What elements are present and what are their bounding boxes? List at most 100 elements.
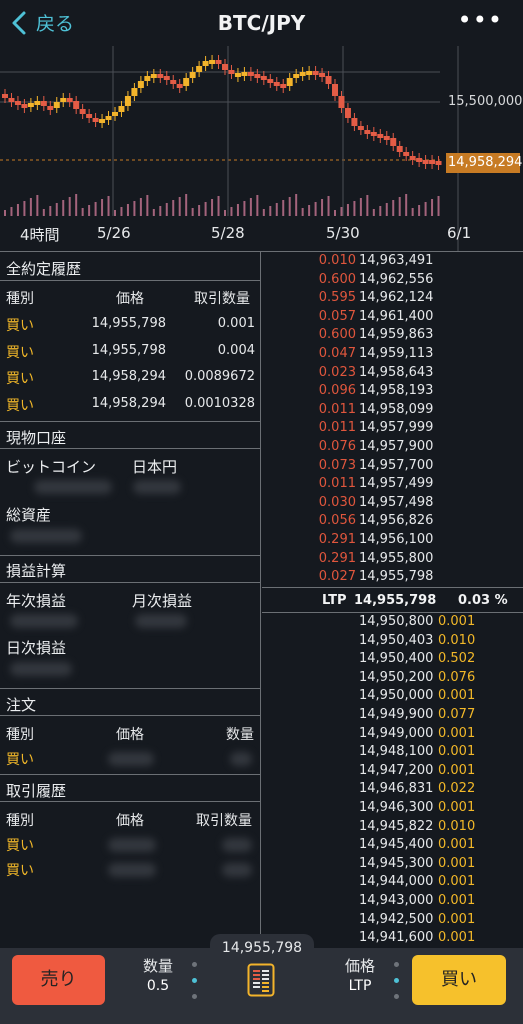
divider xyxy=(0,582,260,583)
ask-row[interactable]: 0.076 14,957,900 xyxy=(262,439,523,458)
dot-icon xyxy=(394,962,399,967)
ask-row[interactable]: 0.096 14,958,193 xyxy=(262,383,523,402)
candle xyxy=(176,84,183,88)
ask-row[interactable]: 0.010 14,963,491 xyxy=(262,253,523,272)
ask-row[interactable]: 0.011 14,957,499 xyxy=(262,476,523,495)
volume-bar xyxy=(126,204,129,216)
volume-bar xyxy=(217,196,220,216)
candle xyxy=(247,72,254,76)
ask-row[interactable]: 0.023 14,958,643 xyxy=(262,365,523,384)
ask-size: 0.595 xyxy=(318,290,356,306)
page-title: BTC/JPY xyxy=(217,11,306,35)
candle xyxy=(21,104,28,108)
bid-row[interactable]: 14,945,400 0.001 xyxy=(262,837,523,856)
ask-row[interactable]: 0.027 14,955,798 xyxy=(262,569,523,588)
volume-bar xyxy=(262,209,265,216)
bid-row[interactable]: 14,946,300 0.001 xyxy=(262,800,523,819)
monthly-pnl-label: 月次損益 xyxy=(132,592,193,610)
quantity-value[interactable]: 0.5 xyxy=(128,978,188,994)
bid-row[interactable]: 14,949,000 0.001 xyxy=(262,726,523,745)
ask-row[interactable]: 0.073 14,957,700 xyxy=(262,458,523,477)
order-book-icon[interactable] xyxy=(247,963,275,997)
candlestick-chart[interactable] xyxy=(0,46,523,251)
candle xyxy=(403,152,410,156)
volume-bar xyxy=(366,195,369,216)
volume-bar xyxy=(398,197,401,216)
ask-price: 14,956,100 xyxy=(359,532,434,547)
quantity-label[interactable]: 数量 xyxy=(128,955,188,976)
sell-button[interactable]: 売り xyxy=(12,955,105,1005)
price: 14,958,294 xyxy=(91,369,166,384)
volume-bar xyxy=(139,198,142,216)
bid-row[interactable]: 14,944,000 0.001 xyxy=(262,874,523,893)
candle xyxy=(364,130,371,134)
ask-row[interactable]: 0.291 14,955,800 xyxy=(262,551,523,570)
bid-row[interactable]: 14,950,000 0.001 xyxy=(262,688,523,707)
x-label-interval[interactable]: 4時間 xyxy=(20,224,60,245)
ask-row[interactable]: 0.291 14,956,100 xyxy=(262,532,523,551)
ask-row[interactable]: 0.047 14,959,113 xyxy=(262,346,523,365)
volume-bar xyxy=(437,196,440,216)
ask-row[interactable]: 0.030 14,957,498 xyxy=(262,495,523,514)
bid-row[interactable]: 14,950,800 0.001 xyxy=(262,614,523,633)
bid-row[interactable]: 14,945,300 0.001 xyxy=(262,856,523,875)
yearly-pnl-label: 年次損益 xyxy=(6,592,67,610)
bid-row[interactable]: 14,950,200 0.076 xyxy=(262,670,523,689)
candle xyxy=(215,60,222,64)
ask-row[interactable]: 0.057 14,961,400 xyxy=(262,309,523,328)
bid-row[interactable]: 14,950,400 0.502 xyxy=(262,651,523,670)
volume-bar xyxy=(81,208,84,216)
hidden-value xyxy=(10,662,72,676)
bid-row[interactable]: 14,942,500 0.001 xyxy=(262,912,523,931)
candle xyxy=(273,82,280,86)
hidden-value xyxy=(108,838,156,852)
buy-button[interactable]: 買い xyxy=(412,955,506,1005)
bid-row[interactable]: 14,950,403 0.010 xyxy=(262,633,523,652)
ask-price: 14,962,556 xyxy=(359,271,434,287)
ask-row[interactable]: 0.600 14,962,556 xyxy=(262,272,523,291)
volume-bar xyxy=(418,205,421,216)
ask-price: 14,963,491 xyxy=(359,253,434,268)
candle xyxy=(60,98,67,102)
candle xyxy=(144,76,151,81)
candle xyxy=(34,101,41,105)
ask-row[interactable]: 0.011 14,958,099 xyxy=(262,402,523,421)
ask-size: 0.600 xyxy=(318,271,356,287)
volume-bar xyxy=(88,205,91,216)
bid-row[interactable]: 14,946,831 0.022 xyxy=(262,781,523,800)
price-label[interactable]: 価格 xyxy=(330,955,390,976)
candle xyxy=(209,60,216,64)
candle xyxy=(234,73,241,77)
volume-bar xyxy=(204,202,207,216)
bid-row[interactable]: 14,949,900 0.077 xyxy=(262,707,523,726)
ask-row[interactable]: 0.056 14,956,826 xyxy=(262,513,523,532)
price-type-value[interactable]: LTP xyxy=(330,978,390,994)
volume-bar xyxy=(211,199,214,216)
ltp-price: 14,955,798 xyxy=(354,593,437,608)
dot-icon xyxy=(394,994,399,999)
bid-row[interactable]: 14,948,100 0.001 xyxy=(262,744,523,763)
ask-row[interactable]: 0.600 14,959,863 xyxy=(262,327,523,346)
volume-bar xyxy=(392,200,395,216)
bid-size: 0.001 xyxy=(438,893,476,908)
candle xyxy=(357,126,364,130)
candle xyxy=(189,72,196,78)
ask-row[interactable]: 0.011 14,957,999 xyxy=(262,420,523,439)
ltp-row: LTP 14,955,798 0.03 % xyxy=(262,588,523,614)
volume-bar xyxy=(94,202,97,216)
bid-row[interactable]: 14,943,000 0.001 xyxy=(262,893,523,912)
ask-size: 0.011 xyxy=(318,420,356,436)
divider xyxy=(0,688,260,689)
ticker-price: 14,955,798 xyxy=(210,934,314,962)
candle xyxy=(183,78,190,86)
ask-row[interactable]: 0.595 14,962,124 xyxy=(262,290,523,309)
bid-row[interactable]: 14,945,822 0.010 xyxy=(262,819,523,838)
candle xyxy=(338,96,345,108)
volume-bar xyxy=(431,199,434,216)
dot-icon xyxy=(394,978,399,983)
bid-row[interactable]: 14,947,200 0.001 xyxy=(262,763,523,782)
ask-size: 0.030 xyxy=(318,494,356,510)
more-icon[interactable]: ••• xyxy=(458,8,503,32)
section-title-executions: 全約定履歴 xyxy=(6,260,82,278)
candle xyxy=(163,76,170,80)
